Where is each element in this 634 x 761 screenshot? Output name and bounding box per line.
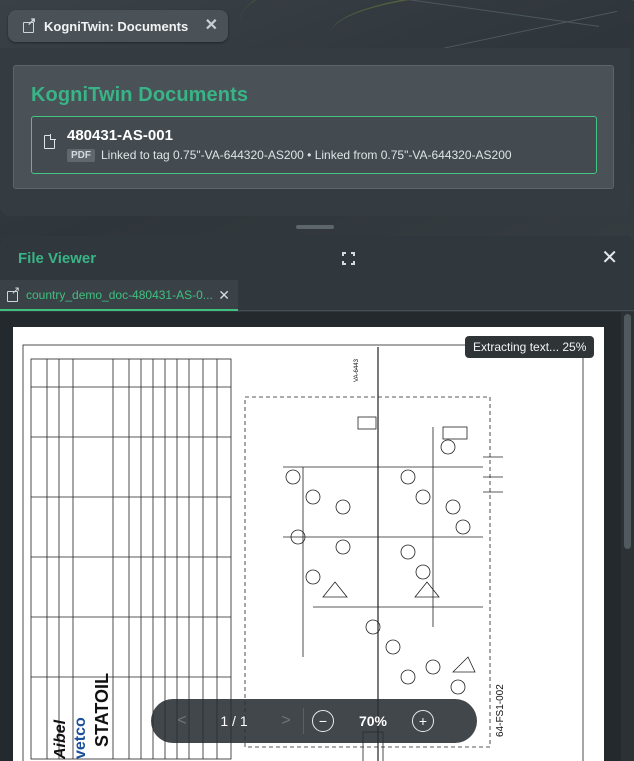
pdf-page: STATOIL vetco Aibel 64-FS1-002 VA-6443 xyxy=(13,327,604,761)
document-name: 480431-AS-001 xyxy=(67,127,173,144)
external-link-icon[interactable] xyxy=(22,15,36,33)
close-viewer-button[interactable]: ✕ xyxy=(601,248,618,268)
pipe-tag: VA-6443 xyxy=(354,358,360,382)
pager-divider xyxy=(303,708,304,734)
file-tab-label: country_demo_doc-480431-AS-0... xyxy=(26,287,213,302)
next-page-button[interactable]: > xyxy=(275,712,297,730)
file-tab-bar: country_demo_doc-480431-AS-0... ✕ xyxy=(0,280,634,311)
file-icon xyxy=(44,134,56,149)
vetco-logo: vetco xyxy=(72,717,89,759)
documents-tab-label: KogniTwin: Documents xyxy=(44,18,189,34)
viewer-scrollbar[interactable] xyxy=(621,312,634,761)
document-meta: Linked to tag 0.75"-VA-644320-AS200 • Li… xyxy=(101,148,512,162)
document-item[interactable]: 480431-AS-001 PDF Linked to tag 0.75"-VA… xyxy=(31,116,597,174)
close-icon[interactable]: ✕ xyxy=(218,288,230,302)
panel-resize-handle[interactable] xyxy=(296,225,334,229)
drawing-number: 64-FS1-002 xyxy=(495,684,506,737)
previous-page-button[interactable]: < xyxy=(171,712,193,730)
file-tab[interactable]: country_demo_doc-480431-AS-0... ✕ xyxy=(0,280,238,311)
extract-status-badge: Extracting text... 25% xyxy=(465,336,595,358)
documents-title: KogniTwin Documents xyxy=(31,84,249,106)
zoom-level: 70% xyxy=(358,713,388,729)
pdf-pager: < 1 / 1 > − 70% + xyxy=(151,699,477,743)
aibel-logo: Aibel xyxy=(52,719,69,760)
external-link-icon[interactable] xyxy=(6,284,20,302)
close-icon[interactable]: ✕ xyxy=(205,18,218,34)
file-viewer-title: File Viewer xyxy=(18,249,97,267)
page-count: 1 / 1 xyxy=(220,713,248,729)
documents-panel: KogniTwin Documents 480431-AS-001 PDF Li… xyxy=(0,48,630,216)
zoom-out-button[interactable]: − xyxy=(312,710,334,732)
file-viewer-panel: File Viewer ✕ country_demo_doc-480431-AS… xyxy=(0,236,634,761)
documents-tab[interactable]: KogniTwin: Documents ✕ xyxy=(8,10,228,42)
zoom-in-button[interactable]: + xyxy=(412,710,434,732)
fullscreen-icon[interactable] xyxy=(342,251,356,265)
documents-card: KogniTwin Documents 480431-AS-001 PDF Li… xyxy=(13,65,614,189)
pid-drawing: STATOIL vetco Aibel 64-FS1-002 VA-6443 xyxy=(22,344,584,761)
scrollbar-thumb[interactable] xyxy=(624,314,631,549)
company-logo: STATOIL xyxy=(92,673,112,747)
pdf-viewport[interactable]: STATOIL vetco Aibel 64-FS1-002 VA-6443 E… xyxy=(0,312,621,761)
pdf-badge: PDF xyxy=(67,148,95,162)
